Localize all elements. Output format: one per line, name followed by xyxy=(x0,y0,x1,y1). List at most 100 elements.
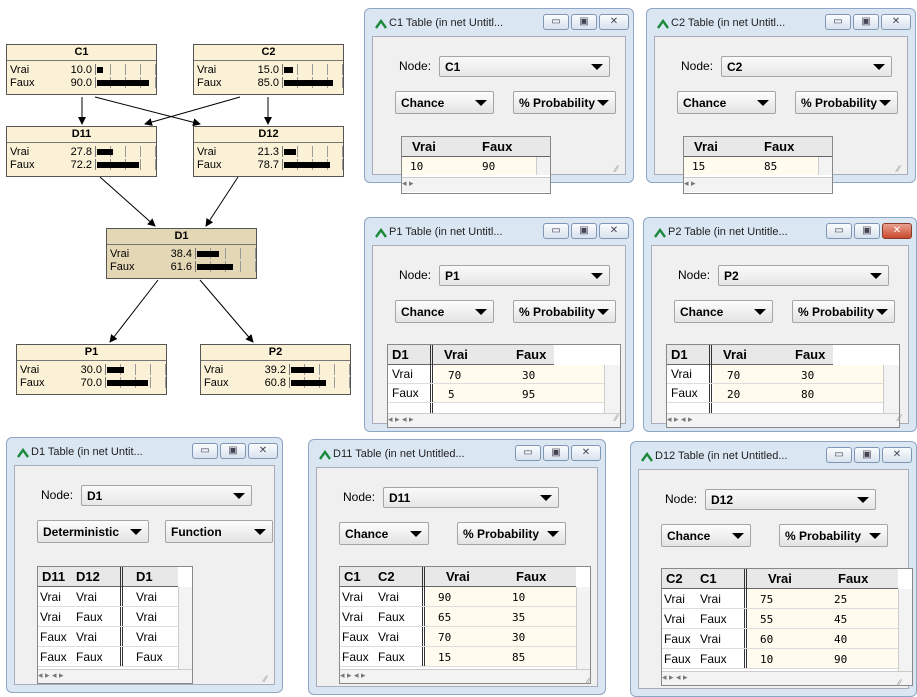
node-select[interactable]: D1 xyxy=(81,485,252,506)
node-kind-button[interactable]: Chance xyxy=(339,522,429,545)
node-select[interactable]: C2 xyxy=(721,56,892,77)
resize-grip-icon[interactable]: ⁄⁄ xyxy=(615,413,625,423)
probability-cell[interactable]: 90 xyxy=(834,653,847,666)
format-button[interactable]: % Probability xyxy=(792,300,895,323)
node-d12[interactable]: D12 Vrai 21.3 Faux 78.7 xyxy=(193,126,344,177)
probability-cell[interactable]: 45 xyxy=(834,613,847,626)
node-kind-button[interactable]: Chance xyxy=(674,300,773,323)
probability-cell[interactable]: 95 xyxy=(522,388,535,401)
function-value-cell[interactable]: Faux xyxy=(136,650,163,664)
maximize-button[interactable]: ▣ xyxy=(854,447,880,463)
table-window-p2[interactable]: P2 Table (in net Untitle... ▭ ▣ ✕ Node: P2 Cha… xyxy=(643,217,917,432)
probability-cell[interactable]: 75 xyxy=(760,593,773,606)
format-button[interactable]: % Probability xyxy=(513,91,616,114)
node-select[interactable]: D11 xyxy=(383,487,559,508)
node-p2[interactable]: P2 Vrai 39.2 Faux 60.8 xyxy=(200,344,351,395)
function-value-cell[interactable]: Vrai xyxy=(136,630,157,644)
table-window-d11[interactable]: D11 Table (in net Untitled... ▭ ▣ ✕ Node: D11… xyxy=(308,439,606,695)
probability-cell[interactable]: 70 xyxy=(727,369,740,382)
node-kind-button[interactable]: Deterministic xyxy=(37,520,149,543)
function-value-cell[interactable]: Vrai xyxy=(136,610,157,624)
vertical-scrollbar[interactable] xyxy=(883,365,899,413)
close-button[interactable]: ✕ xyxy=(599,223,629,239)
node-kind-button[interactable]: Chance xyxy=(395,300,494,323)
node-select[interactable]: P2 xyxy=(718,265,889,286)
format-button[interactable]: % Probability xyxy=(795,91,898,114)
probability-table[interactable]: C1 C2 Vrai Faux Vrai Vrai 90 10 Vrai Faux 65 35 Faux… xyxy=(339,566,591,684)
node-c1[interactable]: C1 Vrai 10.0 Faux 90.0 xyxy=(6,44,157,95)
node-select[interactable]: P1 xyxy=(439,265,610,286)
horizontal-scrollbar[interactable]: ◂ ▸ ◂ ▸ xyxy=(662,671,912,685)
function-table[interactable]: D11 D12 D1 Vrai Vrai Vrai Vrai Faux Vrai Faux Vrai… xyxy=(37,566,193,684)
resize-grip-icon[interactable]: ⁄⁄ xyxy=(587,676,597,686)
node-select[interactable]: C1 xyxy=(439,56,610,77)
node-kind-button[interactable]: Chance xyxy=(661,524,751,547)
probability-cell[interactable]: 10 xyxy=(760,653,773,666)
window-title-bar[interactable]: P2 Table (in net Untitle... ▭ ▣ ✕ xyxy=(648,223,912,243)
minimize-button[interactable]: ▭ xyxy=(515,445,541,461)
probability-cell[interactable]: 30 xyxy=(522,369,535,382)
probability-cell[interactable]: 60 xyxy=(760,633,773,646)
format-button[interactable]: % Probability xyxy=(779,524,888,547)
horizontal-scrollbar[interactable]: ◂ ▸ ◂ ▸ xyxy=(38,669,192,683)
minimize-button[interactable]: ▭ xyxy=(543,223,569,239)
minimize-button[interactable]: ▭ xyxy=(192,443,218,459)
format-button[interactable]: % Probability xyxy=(457,522,566,545)
node-p1[interactable]: P1 Vrai 30.0 Faux 70.0 xyxy=(16,344,167,395)
probability-table[interactable]: D1 Vrai Faux Vrai 70 30 Faux 20 80 ◂ ▸ ◂ ▸ xyxy=(666,344,900,428)
horizontal-scrollbar[interactable]: ◂ ▸ xyxy=(684,177,832,192)
resize-grip-icon[interactable]: ⁄⁄ xyxy=(615,164,625,174)
probability-cell[interactable]: 30 xyxy=(512,631,525,644)
vertical-scrollbar[interactable] xyxy=(576,587,590,669)
minimize-button[interactable]: ▭ xyxy=(825,14,851,30)
horizontal-scrollbar[interactable]: ◂ ▸ xyxy=(402,177,550,192)
resize-grip-icon[interactable]: ⁄⁄ xyxy=(897,164,907,174)
probability-cell[interactable]: 90 xyxy=(438,591,451,604)
maximize-button[interactable]: ▣ xyxy=(571,14,597,30)
close-button[interactable]: ✕ xyxy=(881,14,911,30)
probability-cell[interactable]: 15 xyxy=(692,160,705,173)
maximize-button[interactable]: ▣ xyxy=(220,443,246,459)
probability-cell[interactable]: 5 xyxy=(448,388,455,401)
window-title-bar[interactable]: C1 Table (in net Untitl... ▭ ▣ ✕ xyxy=(369,14,629,34)
minimize-button[interactable]: ▭ xyxy=(826,223,852,239)
window-title-bar[interactable]: D1 Table (in net Untit... ▭ ▣ ✕ xyxy=(11,443,278,463)
vertical-scrollbar[interactable] xyxy=(536,157,550,175)
probability-cell[interactable]: 10 xyxy=(410,160,423,173)
probability-cell[interactable]: 65 xyxy=(438,611,451,624)
maximize-button[interactable]: ▣ xyxy=(853,14,879,30)
probability-cell[interactable]: 30 xyxy=(801,369,814,382)
resize-grip-icon[interactable]: ⁄⁄ xyxy=(898,678,908,688)
horizontal-scrollbar[interactable]: ◂ ▸ ◂ ▸ xyxy=(667,413,899,427)
resize-grip-icon[interactable]: ⁄⁄ xyxy=(898,413,908,423)
node-d11[interactable]: D11 Vrai 27.8 Faux 72.2 xyxy=(6,126,157,177)
probability-cell[interactable]: 70 xyxy=(448,369,461,382)
maximize-button[interactable]: ▣ xyxy=(854,223,880,239)
close-button[interactable]: ✕ xyxy=(882,223,912,239)
vertical-scrollbar[interactable] xyxy=(818,157,832,175)
probability-cell[interactable]: 20 xyxy=(727,388,740,401)
format-button[interactable]: Function xyxy=(165,520,273,543)
probability-cell[interactable]: 35 xyxy=(512,611,525,624)
close-button[interactable]: ✕ xyxy=(571,445,601,461)
node-select[interactable]: D12 xyxy=(705,489,876,510)
probability-cell[interactable]: 40 xyxy=(834,633,847,646)
node-kind-button[interactable]: Chance xyxy=(677,91,776,114)
probability-cell[interactable]: 85 xyxy=(512,651,525,664)
window-title-bar[interactable]: D11 Table (in net Untitled... ▭ ▣ ✕ xyxy=(313,445,601,465)
vertical-scrollbar[interactable] xyxy=(178,587,192,669)
table-window-d12[interactable]: D12 Table (in net Untitled... ▭ ▣ ✕ Node: D12… xyxy=(630,441,917,697)
node-c2[interactable]: C2 Vrai 15.0 Faux 85.0 xyxy=(193,44,344,95)
maximize-button[interactable]: ▣ xyxy=(543,445,569,461)
probability-table[interactable]: Vrai Faux 15 85 ◂ ▸ xyxy=(683,136,833,194)
probability-cell[interactable]: 25 xyxy=(834,593,847,606)
window-title-bar[interactable]: P1 Table (in net Untitl... ▭ ▣ ✕ xyxy=(369,223,629,243)
probability-table[interactable]: D1 Vrai Faux Vrai 70 30 Faux 5 95 ◂ ▸ ◂ ▸ xyxy=(387,344,621,428)
probability-cell[interactable]: 85 xyxy=(764,160,777,173)
function-value-cell[interactable]: Vrai xyxy=(136,590,157,604)
node-kind-button[interactable]: Chance xyxy=(395,91,494,114)
probability-cell[interactable]: 90 xyxy=(482,160,495,173)
format-button[interactable]: % Probability xyxy=(513,300,616,323)
probability-cell[interactable]: 15 xyxy=(438,651,451,664)
table-window-d1[interactable]: D1 Table (in net Untit... ▭ ▣ ✕ Node: D1 Deter… xyxy=(6,437,283,693)
